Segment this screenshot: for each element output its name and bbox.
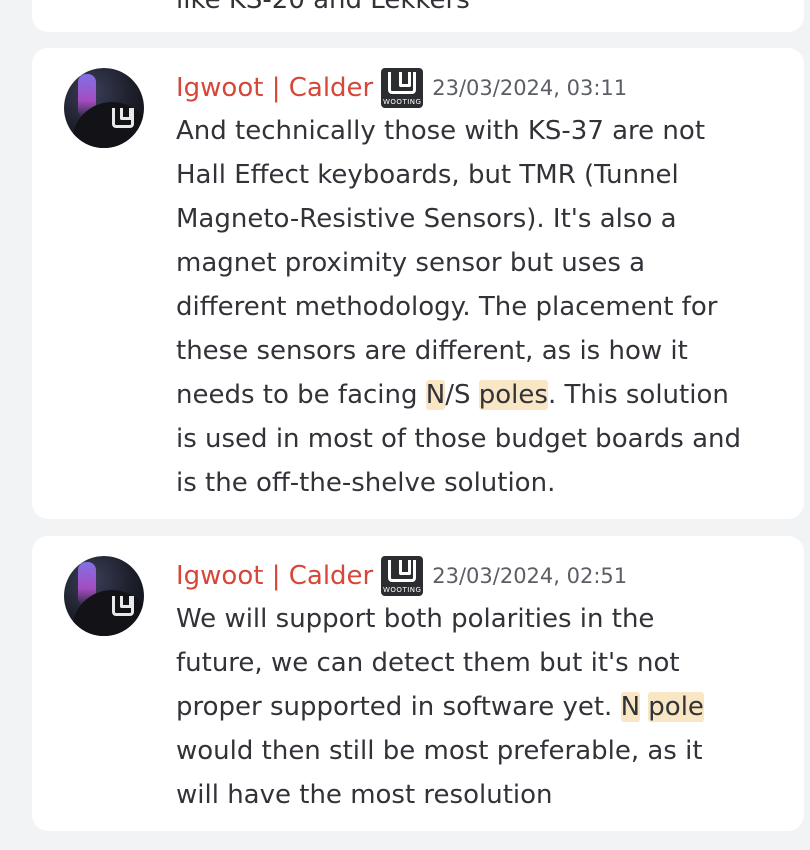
message-card: Igwoot | Calder WOOTING 23/03/2024, 03:1… xyxy=(32,48,804,519)
server-tag-label: WOOTING xyxy=(383,586,422,594)
message-text: And technically those with KS-37 are not… xyxy=(176,109,776,505)
message-text-part: And technically those with KS-37 are not… xyxy=(176,116,718,410)
search-highlight: poles xyxy=(478,380,548,410)
server-tag-label: WOOTING xyxy=(383,98,422,106)
message-header: Igwoot | Calder WOOTING 23/03/2024, 02:5… xyxy=(176,554,627,598)
search-highlight: N xyxy=(425,380,446,410)
message-card: Igwoot | Calder WOOTING 23/03/2024, 02:5… xyxy=(32,536,804,831)
message-card-previous: like KS-20 and Lekkers xyxy=(32,0,804,32)
username[interactable]: Igwoot | Calder xyxy=(176,561,373,591)
avatar[interactable] xyxy=(64,68,144,148)
search-highlight: pole xyxy=(648,692,704,722)
server-tag-icon[interactable]: WOOTING xyxy=(381,68,424,108)
message-text-part: We will support both polarities in the f… xyxy=(176,604,680,722)
message-text-partial: like KS-20 and Lekkers xyxy=(176,0,470,15)
wooting-w-icon xyxy=(388,72,417,94)
message-text-part: would then still be most preferable, as … xyxy=(176,736,703,810)
wooting-w-icon xyxy=(388,560,417,582)
search-highlight: N xyxy=(620,692,641,722)
message-text: We will support both polarities in the f… xyxy=(176,597,776,817)
avatar[interactable] xyxy=(64,556,144,636)
timestamp: 23/03/2024, 03:11 xyxy=(432,76,628,100)
wooting-logo-icon xyxy=(112,108,134,128)
wooting-logo-icon xyxy=(112,596,134,616)
username[interactable]: Igwoot | Calder xyxy=(176,73,373,103)
message-header: Igwoot | Calder WOOTING 23/03/2024, 03:1… xyxy=(176,66,627,110)
timestamp: 23/03/2024, 02:51 xyxy=(432,564,628,588)
message-text-part: /S xyxy=(445,380,479,410)
server-tag-icon[interactable]: WOOTING xyxy=(381,556,424,596)
